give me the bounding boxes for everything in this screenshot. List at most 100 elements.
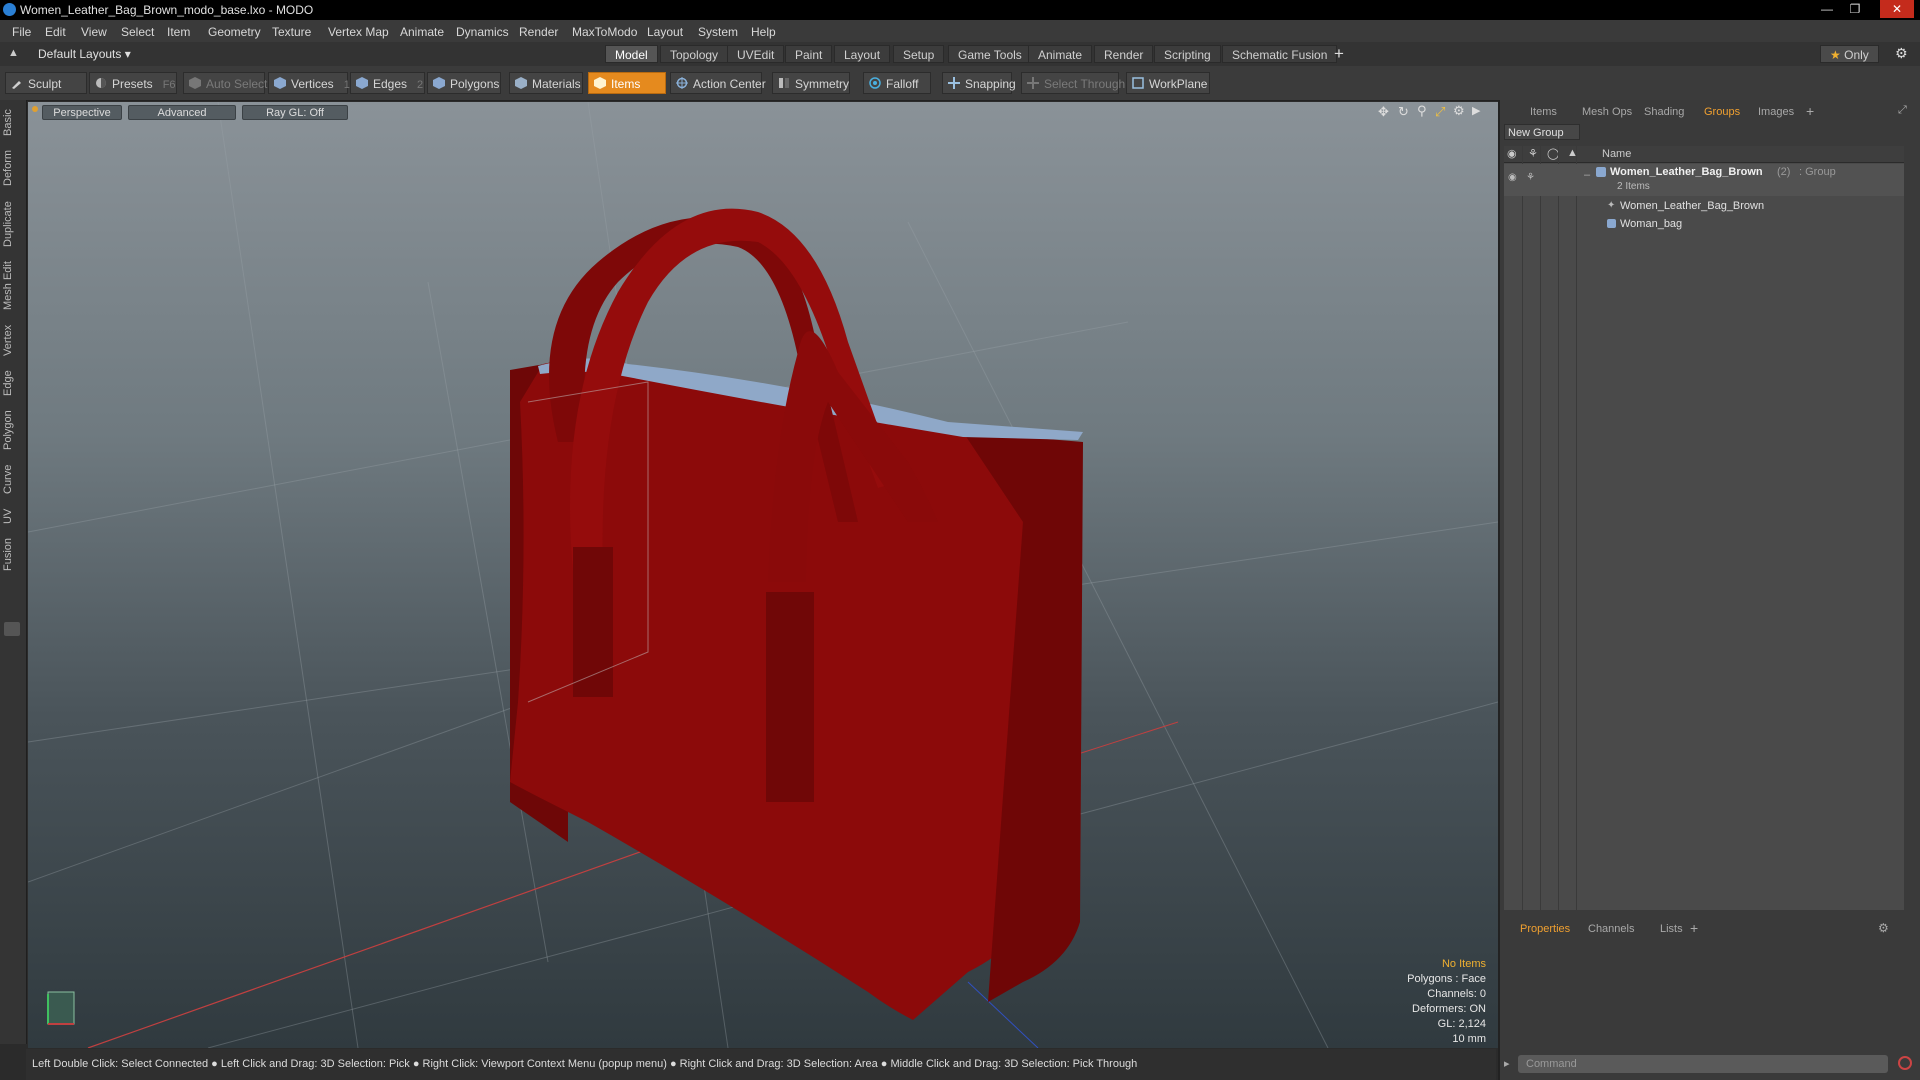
raygl-toggle[interactable]: Ray GL: Off	[242, 105, 348, 120]
items-button[interactable]: Items	[588, 72, 666, 94]
tab-properties[interactable]: Properties	[1520, 923, 1570, 935]
list-item[interactable]: ✦ Women_Leather_Bag_Brown	[1504, 198, 1904, 216]
menu-edit[interactable]: Edit	[45, 25, 66, 39]
visibility-icon[interactable]: ◉	[1507, 147, 1517, 160]
tab-curve[interactable]: Curve	[2, 460, 22, 498]
group-row[interactable]: ◉ ⚘ – Women_Leather_Bag_Brown (2) : Grou…	[1504, 164, 1904, 196]
materials-button[interactable]: Materials	[509, 72, 583, 94]
symmetry-button[interactable]: Symmetry	[772, 72, 850, 94]
move-view-icon[interactable]: ✥	[1378, 104, 1389, 120]
rotate-view-icon[interactable]: ↻	[1398, 104, 1409, 120]
new-group-button[interactable]: New Group	[1504, 124, 1580, 140]
viewport-options-icon[interactable]	[32, 106, 38, 112]
vertices-button[interactable]: Vertices 1	[268, 72, 350, 94]
menu-system[interactable]: System	[698, 25, 738, 39]
menu-layout[interactable]: Layout	[647, 25, 683, 39]
tab-shading[interactable]: Shading	[1644, 106, 1684, 118]
tab-layout[interactable]: Layout	[834, 45, 891, 63]
menu-geometry[interactable]: Geometry	[208, 25, 261, 39]
close-icon[interactable]: ✕	[1880, 0, 1914, 18]
layout-selector[interactable]: Default Layouts ▾	[38, 47, 131, 61]
status-bar: Left Double Click: Select Connected ● Le…	[26, 1049, 1496, 1080]
mesh-item-icon	[1607, 219, 1616, 228]
command-input[interactable]: Command	[1518, 1055, 1888, 1073]
add-layout-icon[interactable]: +	[1334, 44, 1344, 64]
tab-animate[interactable]: Animate	[1028, 45, 1093, 63]
minimize-icon[interactable]: —	[1814, 0, 1840, 18]
tab-polygon[interactable]: Polygon	[2, 406, 22, 454]
menu-render[interactable]: Render	[519, 25, 558, 39]
auto-select-button[interactable]: Auto Select	[183, 72, 267, 94]
workplane-button[interactable]: WorkPlane	[1126, 72, 1210, 94]
group-collapse-icon[interactable]: –	[1584, 169, 1590, 181]
list-item[interactable]: Woman_bag	[1504, 216, 1904, 234]
layout-collapse-icon[interactable]: ▲	[8, 47, 19, 59]
tab-duplicate[interactable]: Duplicate	[2, 196, 22, 252]
menu-select[interactable]: Select	[121, 25, 154, 39]
menu-bar: File Edit View Select Item Geometry Text…	[0, 20, 1920, 42]
edges-button[interactable]: Edges 2	[350, 72, 425, 94]
add-bottom-tab-icon[interactable]: +	[1690, 920, 1698, 936]
restore-icon[interactable]: ❐	[1842, 0, 1868, 18]
tab-images[interactable]: Images	[1758, 106, 1794, 118]
tab-paint[interactable]: Paint	[785, 45, 833, 63]
tab-scripting[interactable]: Scripting	[1154, 45, 1221, 63]
tab-model[interactable]: Model	[605, 45, 658, 63]
tab-groups[interactable]: Groups	[1704, 106, 1740, 118]
viewport-expand-icon[interactable]: ▶	[1472, 104, 1480, 117]
tab-game-tools[interactable]: Game Tools	[948, 45, 1032, 63]
record-icon[interactable]	[1898, 1056, 1912, 1070]
tab-setup[interactable]: Setup	[893, 45, 945, 63]
command-expand-icon[interactable]: ▸	[1504, 1057, 1510, 1070]
tab-vertex[interactable]: Vertex	[2, 320, 22, 360]
menu-view[interactable]: View	[81, 25, 107, 39]
panel-expand-icon[interactable]: ⤢	[1898, 104, 1907, 117]
select-through-icon	[1027, 77, 1039, 89]
tab-deform[interactable]: Deform	[2, 146, 22, 190]
falloff-icon	[869, 77, 881, 89]
gear-icon[interactable]: ⚙	[1895, 45, 1908, 62]
menu-texture[interactable]: Texture	[272, 25, 311, 39]
polygons-button[interactable]: Polygons	[427, 72, 501, 94]
tab-uvedit[interactable]: UVEdit	[727, 45, 785, 63]
tab-items[interactable]: Items	[1530, 106, 1557, 118]
sculpt-button[interactable]: Sculpt	[5, 72, 87, 94]
action-center-button[interactable]: Action Center	[670, 72, 766, 94]
select-through-button[interactable]: Select Through	[1021, 72, 1125, 94]
falloff-button[interactable]: Falloff	[863, 72, 931, 94]
menu-dynamics[interactable]: Dynamics	[456, 25, 509, 39]
tab-topology[interactable]: Topology	[660, 45, 729, 63]
tab-mesh-edit[interactable]: Mesh Edit	[2, 258, 22, 314]
view-mode-selector[interactable]: Perspective	[42, 105, 122, 120]
tab-channels[interactable]: Channels	[1588, 923, 1634, 935]
tab-mesh-ops[interactable]: Mesh Ops	[1582, 106, 1632, 118]
menu-vertex-map[interactable]: Vertex Map	[328, 25, 389, 39]
tab-basic[interactable]: Basic	[2, 106, 22, 140]
3d-viewport[interactable]: Perspective Advanced Ray GL: Off ✥ ↻ ⚲ ⤢…	[28, 102, 1498, 1048]
menu-item[interactable]: Item	[167, 25, 190, 39]
group-render-icon[interactable]: ⚘	[1526, 172, 1535, 183]
add-tab-icon[interactable]: +	[1806, 103, 1814, 119]
zoom-view-icon[interactable]: ⚲	[1417, 103, 1427, 119]
menu-file[interactable]: File	[12, 25, 31, 39]
tab-uv[interactable]: UV	[2, 504, 22, 528]
shading-mode-selector[interactable]: Advanced	[128, 105, 236, 120]
tab-lists[interactable]: Lists	[1660, 923, 1683, 935]
properties-settings-icon[interactable]: ⚙	[1878, 921, 1889, 935]
panel-toggle-icon[interactable]	[4, 622, 20, 636]
viewport-settings-icon[interactable]: ⚙	[1453, 103, 1465, 119]
menu-help[interactable]: Help	[751, 25, 776, 39]
snapping-button[interactable]: Snapping	[942, 72, 1016, 94]
fit-view-icon[interactable]: ⤢	[1435, 104, 1445, 120]
render-icon[interactable]: ⚘	[1528, 147, 1538, 160]
workplane-icon	[1132, 77, 1144, 89]
only-toggle[interactable]: ★ Only	[1820, 45, 1879, 63]
presets-button[interactable]: Presets F6	[89, 72, 177, 94]
menu-animate[interactable]: Animate	[400, 25, 444, 39]
tab-edge[interactable]: Edge	[2, 366, 22, 400]
tab-render[interactable]: Render	[1094, 45, 1154, 63]
tab-fusion[interactable]: Fusion	[2, 534, 22, 574]
menu-maxtomodo[interactable]: MaxToModo	[572, 25, 637, 39]
tab-schematic-fusion[interactable]: Schematic Fusion	[1222, 45, 1338, 63]
group-visibility-icon[interactable]: ◉	[1508, 172, 1517, 183]
